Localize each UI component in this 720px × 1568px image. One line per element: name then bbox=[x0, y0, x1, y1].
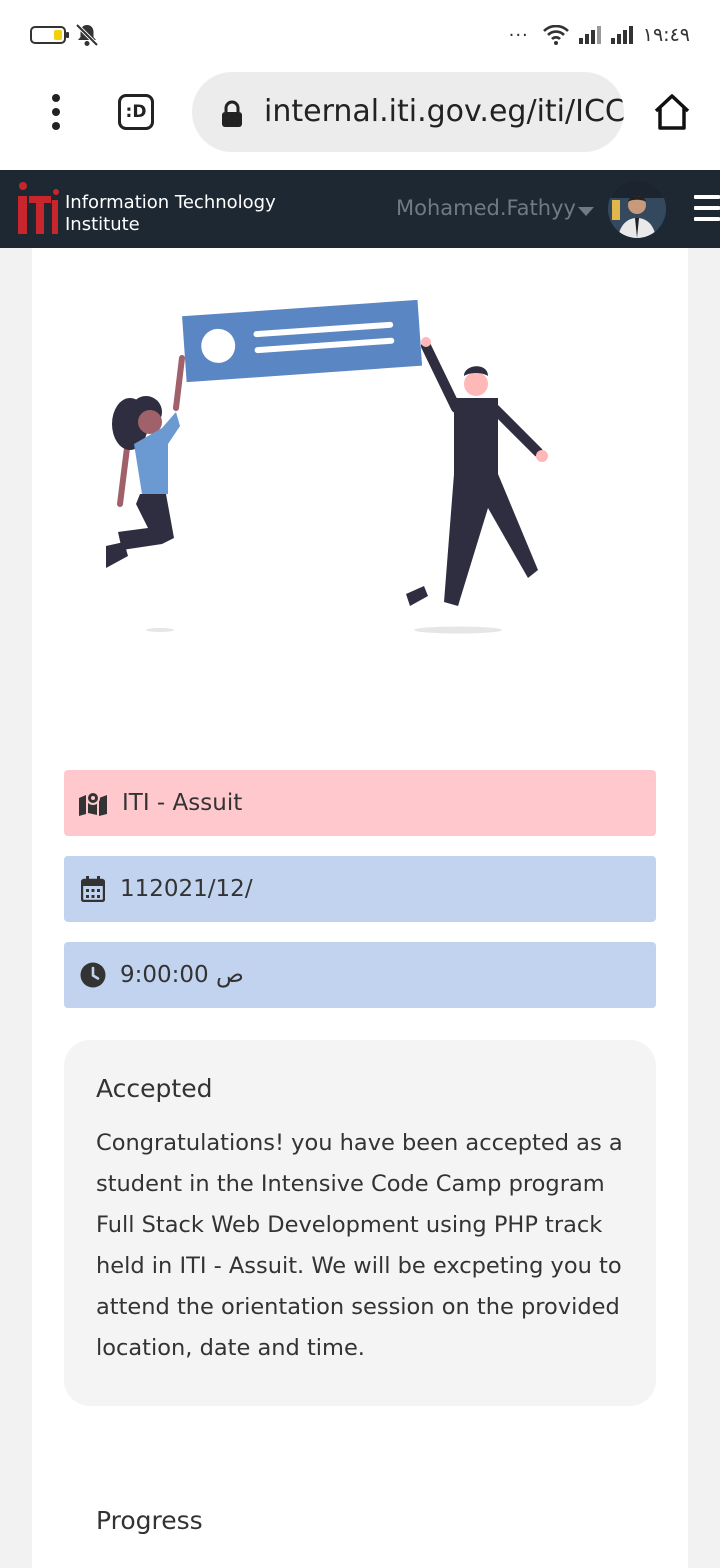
brand-line-1: Information Technology bbox=[65, 192, 276, 213]
browser-toolbar: :D internal.iti.gov.eg/iti/ICC bbox=[0, 70, 720, 171]
location-info: ITI - Assuit bbox=[64, 770, 656, 836]
map-marked-icon bbox=[78, 788, 108, 818]
progress-heading: Progress bbox=[96, 1506, 203, 1535]
brand-line-2: Institute bbox=[65, 214, 140, 235]
status-bar: ··· ١٩:٤٩ bbox=[0, 0, 720, 70]
caret-down-icon[interactable] bbox=[578, 207, 594, 216]
illustration bbox=[106, 299, 548, 634]
address-bar[interactable]: internal.iti.gov.eg/iti/ICC bbox=[192, 72, 624, 152]
lock-icon bbox=[222, 100, 242, 127]
menu-icon[interactable] bbox=[48, 94, 64, 130]
content-card: ITI - Assuit 112021/12/ 9:00:00 ص Accept… bbox=[32, 248, 688, 1568]
battery-icon bbox=[30, 26, 69, 44]
signal-icon bbox=[578, 26, 601, 44]
acceptance-panel: Accepted Congratulations! you have been … bbox=[64, 1040, 656, 1406]
signal-icon-2 bbox=[610, 26, 633, 44]
status-title: Accepted bbox=[96, 1074, 213, 1103]
time-text: 9:00:00 ص bbox=[120, 962, 244, 988]
calendar-icon bbox=[78, 874, 108, 904]
more-status-icon: ··· bbox=[508, 24, 529, 46]
mute-bell-icon bbox=[75, 23, 99, 47]
site-navbar: Information Technology Institute Mohamed… bbox=[0, 170, 720, 248]
time-info: 9:00:00 ص bbox=[64, 942, 656, 1008]
date-text: 112021/12/ bbox=[120, 876, 253, 902]
tabs-button[interactable]: :D bbox=[118, 94, 154, 130]
home-icon[interactable] bbox=[652, 92, 692, 132]
wifi-icon bbox=[542, 25, 569, 45]
brand-name[interactable]: Information Technology Institute bbox=[65, 192, 276, 236]
location-text: ITI - Assuit bbox=[122, 790, 243, 816]
avatar[interactable] bbox=[608, 180, 666, 238]
clock: ١٩:٤٩ bbox=[642, 24, 690, 46]
url-text[interactable]: internal.iti.gov.eg/iti/ICC bbox=[264, 94, 624, 129]
status-message: Congratulations! you have been accepted … bbox=[96, 1130, 623, 1361]
date-info: 112021/12/ bbox=[64, 856, 656, 922]
clock-icon bbox=[78, 960, 108, 990]
hamburger-menu-icon[interactable] bbox=[694, 195, 720, 221]
iti-logo[interactable] bbox=[16, 180, 60, 238]
user-menu[interactable]: Mohamed.Fathyy bbox=[396, 196, 576, 220]
